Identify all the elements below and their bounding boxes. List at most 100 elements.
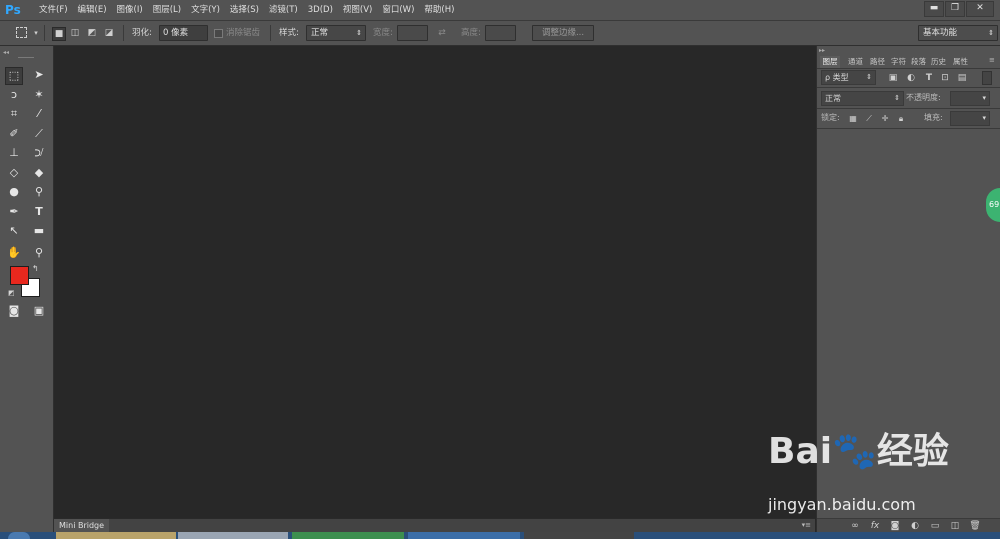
swap-icon[interactable]: ⇄: [436, 27, 448, 39]
new-layer-icon[interactable]: ◫: [949, 520, 961, 532]
height-input[interactable]: [485, 25, 516, 41]
blend-mode-select[interactable]: 正常 ⇕: [821, 91, 904, 106]
tab-character[interactable]: 字符: [891, 56, 906, 68]
new-selection-icon[interactable]: ■: [52, 27, 66, 41]
hand-tool-icon[interactable]: ✋: [6, 245, 22, 261]
link-icon[interactable]: ∞: [849, 520, 861, 532]
menu-type[interactable]: 文字(Y): [186, 0, 225, 20]
foreground-color-swatch-top[interactable]: [10, 266, 29, 285]
tab-properties[interactable]: 属性: [953, 56, 968, 68]
default-colors-icon[interactable]: ◩: [8, 289, 15, 297]
pixel-filter-icon[interactable]: ▣: [887, 72, 899, 84]
menu-file[interactable]: 文件(F): [34, 0, 73, 20]
refine-edge-button[interactable]: 调整边缘...: [532, 25, 594, 41]
taskbar-item[interactable]: [408, 532, 520, 539]
menu-layer[interactable]: 图层(L): [148, 0, 186, 20]
menu-help[interactable]: 帮助(H): [419, 0, 459, 20]
menu-image[interactable]: 图像(I): [112, 0, 148, 20]
updown-icon: ⇕: [356, 29, 362, 37]
expand-icon[interactable]: ▸▸: [819, 47, 825, 54]
menu-edit[interactable]: 编辑(E): [73, 0, 112, 20]
tab-history[interactable]: 历史: [931, 56, 946, 68]
intersect-selection-icon[interactable]: ◪: [103, 27, 115, 39]
chevron-down-icon: ▾: [982, 94, 986, 102]
subtract-selection-icon[interactable]: ◩: [86, 27, 98, 39]
width-input[interactable]: [397, 25, 428, 41]
panel-menu-icon[interactable]: ≡: [989, 56, 995, 64]
lock-all-icon[interactable]: 🔒︎: [895, 113, 907, 125]
minimize-button[interactable]: ▬: [924, 1, 944, 17]
history-brush-tool-icon[interactable]: ⟉: [31, 145, 47, 161]
path-selection-tool-icon[interactable]: ↖: [6, 223, 22, 239]
trash-icon[interactable]: 🗑︎: [969, 520, 981, 532]
taskbar-item[interactable]: [524, 532, 634, 539]
antialias-checkbox[interactable]: [214, 29, 223, 38]
folder-icon[interactable]: ▭: [929, 520, 941, 532]
pen-tool-icon[interactable]: ✒: [6, 204, 22, 220]
quick-mask-icon[interactable]: ◙: [6, 303, 22, 319]
menu-3d[interactable]: 3D(D): [303, 0, 338, 20]
marquee-preset-icon[interactable]: [16, 27, 27, 38]
menu-select[interactable]: 选择(S): [225, 0, 264, 20]
healing-brush-tool-icon[interactable]: ✐: [6, 126, 22, 142]
zoom-tool-icon[interactable]: ⚲: [31, 245, 47, 261]
menu-window[interactable]: 窗口(W): [377, 0, 419, 20]
menu-view[interactable]: 视图(V): [338, 0, 377, 20]
fx-icon[interactable]: fx: [869, 520, 881, 532]
lasso-tool-icon[interactable]: ↄ: [6, 87, 22, 103]
chevron-down-icon[interactable]: ▾: [30, 27, 42, 39]
taskbar-item[interactable]: [292, 532, 404, 539]
type-filter-icon[interactable]: T: [923, 72, 935, 84]
tab-paths[interactable]: 路径: [870, 56, 885, 68]
type-tool-icon[interactable]: T: [31, 204, 47, 220]
close-button[interactable]: ✕: [966, 1, 994, 17]
mask-icon[interactable]: ◙: [889, 520, 901, 532]
eraser-tool-icon[interactable]: ◇: [6, 165, 22, 181]
eyedropper-tool-icon[interactable]: ⁄: [31, 106, 47, 122]
watermark-url: jingyan.baidu.com: [768, 495, 916, 514]
lock-transparency-icon[interactable]: ▦: [847, 113, 859, 125]
mini-bridge-bar: Mini Bridge ▾≡: [54, 518, 815, 533]
workspace-select[interactable]: 基本功能 ⇕: [918, 25, 998, 41]
brush-tool-icon[interactable]: ⟋: [31, 126, 47, 142]
feather-input[interactable]: 0 像素: [159, 25, 208, 41]
grip-icon[interactable]: [18, 57, 34, 58]
filter-toggle[interactable]: [982, 71, 992, 85]
document-canvas[interactable]: [54, 46, 815, 518]
crop-tool-icon[interactable]: ⌗: [6, 106, 22, 122]
rectangle-tool-icon[interactable]: ▬: [31, 223, 47, 239]
magic-wand-tool-icon[interactable]: ✶: [31, 87, 47, 103]
menu-bar: Ps 文件(F) 编辑(E) 图像(I) 图层(L) 文字(Y) 选择(S) 滤…: [0, 0, 1000, 21]
tab-layers[interactable]: 图层: [820, 56, 840, 68]
smart-object-filter-icon[interactable]: ▤: [956, 72, 968, 84]
adjustment-icon[interactable]: ◐: [909, 520, 921, 532]
menu-filter[interactable]: 滤镜(T): [264, 0, 303, 20]
dodge-tool-icon[interactable]: ⚲: [31, 184, 47, 200]
paint-bucket-tool-icon[interactable]: ◆: [31, 165, 47, 181]
adjustment-filter-icon[interactable]: ◐: [905, 72, 917, 84]
rect-marquee-tool-icon[interactable]: ⬚: [5, 67, 23, 85]
restore-button[interactable]: ❐: [945, 1, 965, 17]
blur-tool-icon[interactable]: ●: [6, 184, 22, 200]
collapse-icon[interactable]: ◂◂: [3, 49, 9, 56]
panel-menu-icon[interactable]: ▾≡: [802, 521, 811, 529]
taskbar-item[interactable]: [56, 532, 176, 539]
tab-paragraph[interactable]: 段落: [911, 56, 926, 68]
layer-filter-select[interactable]: ρ 类型 ⇕: [821, 70, 876, 85]
tab-channels[interactable]: 通道: [848, 56, 863, 68]
mini-bridge-tab[interactable]: Mini Bridge: [54, 519, 110, 533]
screen-mode-icon[interactable]: ▣: [31, 303, 47, 319]
lock-position-icon[interactable]: ✛: [879, 113, 891, 125]
fill-input[interactable]: ▾: [950, 111, 990, 126]
add-selection-icon[interactable]: ◫: [69, 27, 81, 39]
taskbar-item[interactable]: [178, 532, 288, 539]
swap-colors-icon[interactable]: ↰: [32, 264, 39, 273]
shape-filter-icon[interactable]: ⊡: [939, 72, 951, 84]
move-tool-icon[interactable]: ➤: [31, 67, 47, 83]
divider: [817, 108, 1000, 109]
start-button[interactable]: [8, 532, 30, 539]
lock-pixels-icon[interactable]: ⟋: [863, 113, 875, 125]
style-select[interactable]: 正常 ⇕: [306, 25, 366, 41]
opacity-input[interactable]: ▾: [950, 91, 990, 106]
clone-stamp-tool-icon[interactable]: ⊥: [6, 145, 22, 161]
